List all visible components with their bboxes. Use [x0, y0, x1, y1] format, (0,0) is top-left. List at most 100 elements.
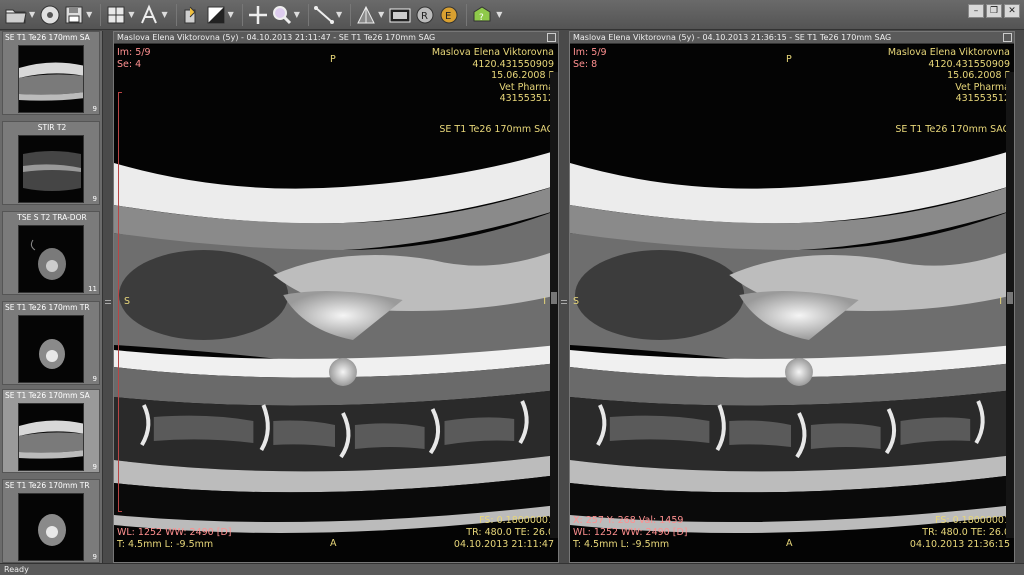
slice-scrollbar[interactable]	[1006, 72, 1014, 538]
svg-text:E: E	[445, 11, 451, 22]
series-title: TSE S T2 TRA-DOR	[17, 213, 87, 222]
patient-name: Maslova Elena Viktorovna	[887, 47, 1010, 58]
patient-info: Maslova Elena Viktorovna 4120.431550909 …	[888, 47, 1010, 105]
image-count: 9	[92, 375, 97, 383]
svg-text:?: ?	[479, 13, 484, 23]
viewport-title: Maslova Elena Viktorovna (5y) - 04.10.20…	[573, 33, 892, 42]
toolbar-divider	[100, 3, 102, 26]
patient-info: Maslova Elena Viktorovna 4120.431550909 …	[432, 47, 554, 105]
orientation-bottom: A	[786, 537, 793, 549]
scrollbar-thumb[interactable]	[1007, 292, 1013, 304]
dropdown-caret-icon[interactable]: ▼	[128, 10, 134, 19]
series-thumbnail-3[interactable]: TSE S T2 TRA-DOR 11	[2, 211, 100, 295]
image-number: Im: 5/9	[117, 47, 151, 58]
open-folder-icon[interactable]: ▼	[4, 2, 37, 28]
dropdown-caret-icon[interactable]: ▼	[161, 10, 167, 19]
birth-date: 15.06.2008 F	[491, 70, 554, 81]
viewport-header: Maslova Elena Viktorovna (5y) - 04.10.20…	[570, 32, 1014, 44]
series-preview	[18, 493, 84, 561]
slice-scrollbar[interactable]	[550, 72, 558, 538]
maximize-icon[interactable]	[1003, 33, 1012, 42]
dicom-viewer-window: ▼ ▼ ▼ ▼ ▼ ▼ ▼ ▼ R E ? ▼ – ❐ ✕ SE T1 Te26…	[0, 0, 1024, 575]
orientation-top: P	[330, 54, 336, 65]
acquisition-datetime: 04.10.2013 21:36:15	[909, 538, 1010, 550]
cine-icon[interactable]	[388, 2, 412, 28]
series-title: SE T1 Te26 170mm TR	[5, 481, 90, 490]
image-number: Im: 5/9	[573, 47, 607, 58]
restore-icon[interactable]: ❐	[986, 4, 1002, 18]
series-thumbnail-5[interactable]: SE T1 Te26 170mm SA 9	[2, 389, 100, 473]
study-id: 431553512	[955, 93, 1010, 104]
toolbar-divider	[241, 3, 243, 26]
help-icon[interactable]: ? ▼	[471, 2, 504, 28]
dropdown-caret-icon[interactable]: ▼	[29, 10, 35, 19]
dropdown-caret-icon[interactable]: ▼	[294, 10, 300, 19]
study-id: 431553512	[499, 93, 554, 104]
save-icon[interactable]: ▼	[63, 2, 94, 28]
series-number: Se: 4	[117, 59, 142, 70]
series-description: SE T1 Te26 170mm SAG	[895, 124, 1010, 135]
layout-grid-icon[interactable]: ▼	[105, 2, 136, 28]
series-sidebar: SE T1 Te26 170mm SA 9 STIR T2 9 TSE S T2…	[0, 31, 103, 563]
series-preview	[18, 225, 84, 293]
settings-icon[interactable]: E	[438, 2, 460, 28]
scrollbar-thumb[interactable]	[551, 292, 557, 304]
mri-sagittal-image	[114, 45, 558, 562]
report-icon[interactable]: R	[414, 2, 436, 28]
dropdown-caret-icon[interactable]: ▼	[378, 10, 384, 19]
minimize-icon[interactable]: –	[968, 4, 984, 18]
mri-sagittal-image	[570, 45, 1014, 562]
patient-name: Maslova Elena Viktorovna	[431, 47, 554, 58]
pixel-readout: X: 257 Y: 268 Val: 1459	[573, 514, 684, 526]
series-preview	[18, 315, 84, 383]
orientation-right: I	[543, 296, 546, 307]
svg-text:R: R	[421, 11, 428, 22]
cd-icon[interactable]	[39, 2, 61, 28]
dropdown-caret-icon[interactable]: ▼	[336, 10, 342, 19]
institution: Vet Pharma	[499, 81, 554, 93]
pan-icon[interactable]	[247, 2, 269, 28]
contrast-icon[interactable]: ▼	[205, 2, 236, 28]
series-title: SE T1 Te26 170mm TR	[5, 303, 90, 312]
main-toolbar: ▼ ▼ ▼ ▼ ▼ ▼ ▼ ▼ R E ? ▼ – ❐ ✕	[0, 0, 1024, 30]
patient-id: 4120.431550909	[928, 58, 1010, 70]
status-text: Ready	[4, 565, 29, 574]
series-title: SE T1 Te26 170mm SA	[5, 391, 90, 400]
text-annotation-icon[interactable]: ▼	[138, 2, 169, 28]
series-preview	[18, 403, 84, 471]
mpr-icon[interactable]: ▼	[355, 2, 386, 28]
maximize-icon[interactable]	[547, 33, 556, 42]
zoom-icon[interactable]: ▼	[271, 2, 302, 28]
series-thumbnail-2[interactable]: STIR T2 9	[2, 121, 100, 205]
series-title: STIR T2	[37, 123, 67, 132]
splitter-handle[interactable]	[561, 300, 567, 304]
dropdown-caret-icon[interactable]: ▼	[86, 10, 92, 19]
birth-date: 15.06.2008 F	[947, 70, 1010, 81]
window-level-icon[interactable]	[181, 2, 203, 28]
tr-te: TR: 480.0 TE: 26.0	[922, 526, 1010, 538]
toolbar-divider	[307, 3, 309, 26]
orientation-left: S	[573, 296, 580, 307]
splitter-handle[interactable]	[105, 300, 111, 304]
series-number: Se: 8	[573, 59, 598, 70]
dropdown-caret-icon[interactable]: ▼	[228, 10, 234, 19]
series-title: SE T1 Te26 170mm SA	[5, 33, 90, 42]
toolbar-divider	[175, 3, 177, 26]
image-count: 9	[92, 463, 97, 471]
orientation-right: I	[999, 296, 1002, 307]
image-count: 9	[92, 105, 97, 113]
series-preview	[18, 135, 84, 203]
image-viewport-1[interactable]: Maslova Elena Viktorovna (5y) - 04.10.20…	[113, 31, 559, 563]
image-count: 9	[92, 195, 97, 203]
viewport-title: Maslova Elena Viktorovna (5y) - 04.10.20…	[117, 33, 436, 42]
series-thumbnail-1[interactable]: SE T1 Te26 170mm SA 9	[2, 31, 100, 115]
series-thumbnail-4[interactable]: SE T1 Te26 170mm TR 9	[2, 301, 100, 385]
measure-icon[interactable]: ▼	[313, 2, 344, 28]
field-strength: FS: 0.18000001	[479, 514, 554, 526]
toolbar-divider	[350, 3, 352, 26]
image-viewport-2[interactable]: Maslova Elena Viktorovna (5y) - 04.10.20…	[569, 31, 1015, 563]
dropdown-caret-icon[interactable]: ▼	[496, 10, 502, 19]
series-thumbnail-6[interactable]: SE T1 Te26 170mm TR 9	[2, 479, 100, 563]
close-icon[interactable]: ✕	[1004, 4, 1020, 18]
window-level: WL: 1252 WW: 2490 [D]	[117, 526, 232, 538]
